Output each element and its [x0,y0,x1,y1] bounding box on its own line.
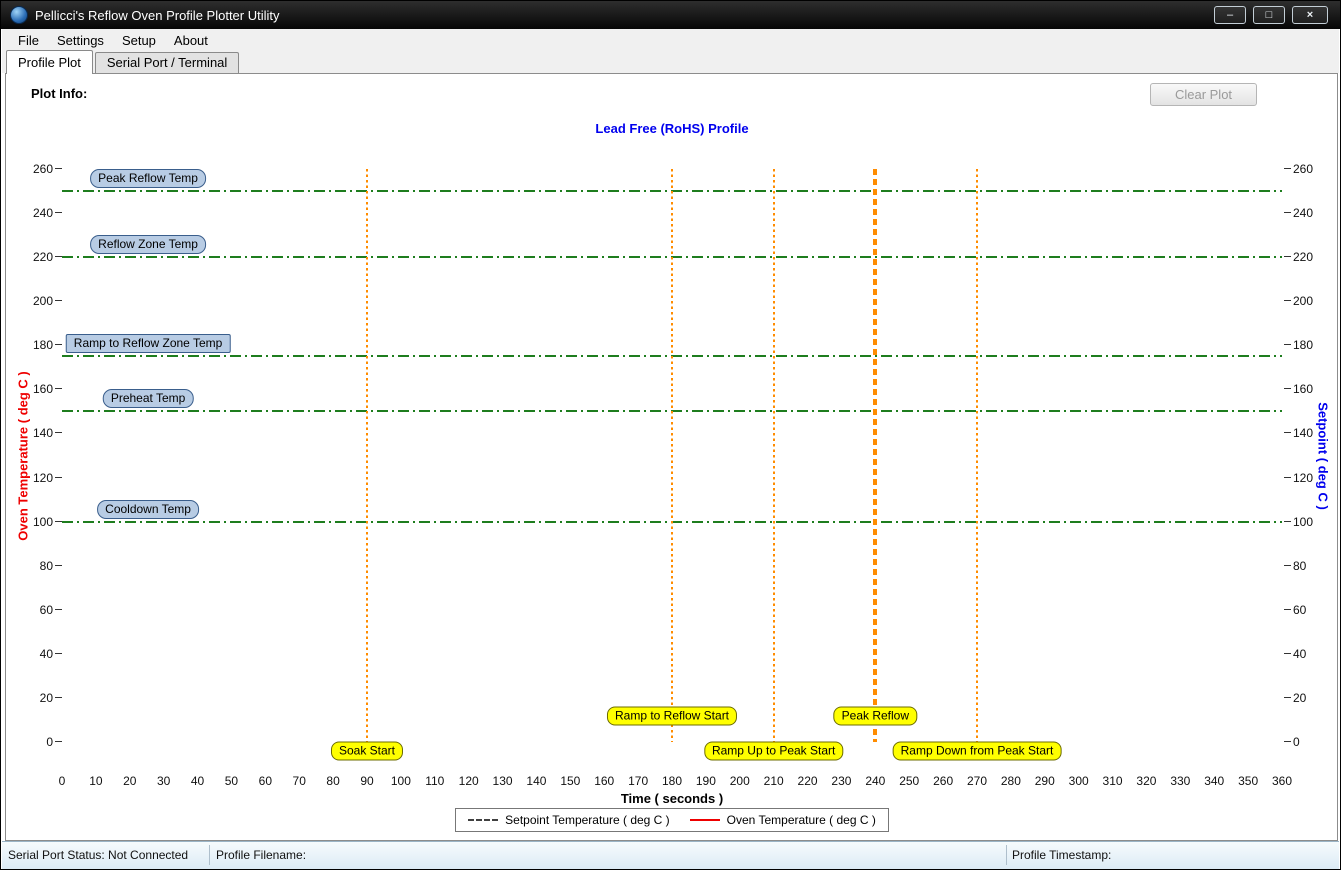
status-separator [1006,845,1007,865]
minimize-icon: – [1226,9,1234,21]
window-title: Pellicci's Reflow Oven Profile Plotter U… [35,7,280,23]
menu-file[interactable]: File [9,31,48,50]
menu-setup[interactable]: Setup [113,31,165,50]
tab-profile-plot[interactable]: Profile Plot [6,50,93,74]
tab-strip: Profile Plot Serial Port / Terminal [2,50,1339,74]
profile-plot-panel [5,73,1338,841]
status-separator [209,845,210,865]
window-controls: – □ × [1214,6,1328,24]
app-window: Pellicci's Reflow Oven Profile Plotter U… [0,0,1341,870]
serial-port-status: Serial Port Status: Not Connected [8,848,189,862]
minimize-button[interactable]: – [1214,6,1246,24]
maximize-icon: □ [1265,9,1273,21]
app-icon [10,6,28,24]
status-bar: Serial Port Status: Not Connected Profil… [2,841,1339,869]
clear-plot-button[interactable]: Clear Plot [1150,83,1257,106]
menu-settings[interactable]: Settings [48,31,113,50]
tab-serial-port-terminal[interactable]: Serial Port / Terminal [94,52,240,73]
profile-filename-label: Profile Filename: [216,848,307,862]
menu-bar: File Settings Setup About [2,29,1339,51]
close-button[interactable]: × [1292,6,1328,24]
maximize-button[interactable]: □ [1253,6,1285,24]
titlebar: Pellicci's Reflow Oven Profile Plotter U… [1,1,1340,29]
profile-timestamp-label: Profile Timestamp: [1012,848,1112,862]
close-icon: × [1306,9,1314,21]
menu-about[interactable]: About [165,31,217,50]
